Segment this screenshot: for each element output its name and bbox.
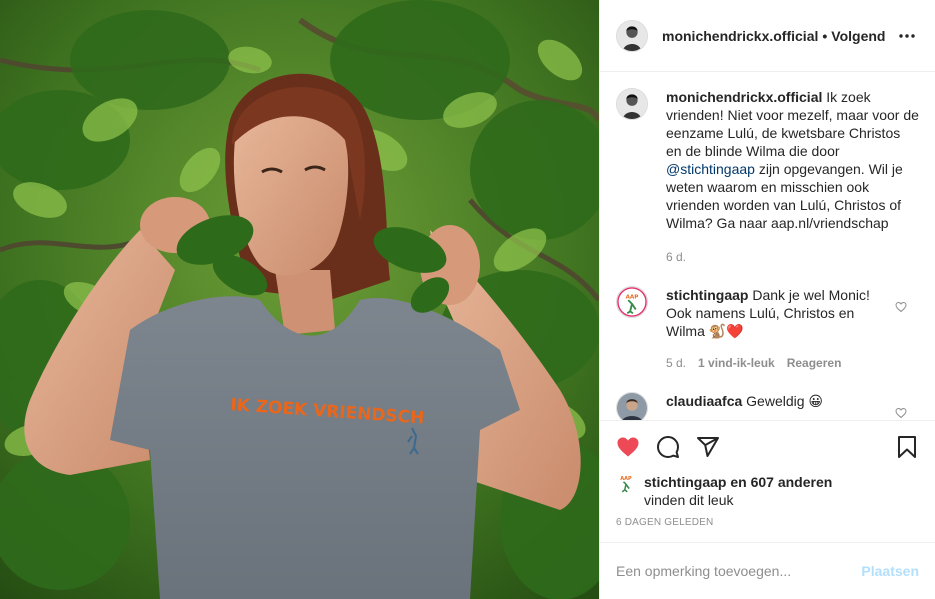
instagram-post: IK ZOEK VRIENDSCH monichendrickx.officia… [0, 0, 935, 599]
share-send-icon[interactable] [688, 427, 728, 467]
comment-timestamp[interactable]: 5 d. [666, 354, 686, 372]
likes-suffix: vinden dit leuk [644, 492, 734, 508]
comment-bubble-icon[interactable] [648, 427, 688, 467]
comment-input[interactable] [616, 563, 862, 579]
liker-avatar[interactable]: AAP [616, 473, 636, 493]
following-button[interactable]: Volgend [831, 28, 885, 44]
comment-username[interactable]: stichtingaap [666, 287, 748, 303]
reply-button[interactable]: Reageren [787, 354, 842, 372]
add-comment-bar: Plaatsen [600, 543, 935, 599]
author-avatar[interactable] [616, 19, 648, 52]
comment-username[interactable]: claudiaafca [666, 393, 742, 409]
post-sidebar: monichendrickx.official • Volgend monich… [599, 0, 935, 599]
comment-text: stichtingaap Dank je wel Monic! Ook name… [666, 286, 882, 340]
liker-username[interactable]: stichtingaap [644, 474, 726, 490]
svg-text:AAP: AAP [620, 476, 632, 482]
likes-others-link[interactable]: en 607 anderen [730, 474, 832, 490]
caption-username[interactable]: monichendrickx.official [666, 89, 822, 105]
caption-text: monichendrickx.official Ik zoek vrienden… [666, 88, 919, 232]
comment-meta: 5 d. 1 vind-ik-leuk Reageren [666, 354, 882, 372]
comments-list[interactable]: monichendrickx.official Ik zoek vrienden… [600, 72, 935, 421]
comment-item: AAP stichtingaap Dank je wel Monic! Ook … [616, 286, 919, 372]
photo-illustration: IK ZOEK VRIENDSCH [0, 0, 599, 599]
author-username[interactable]: monichendrickx.official [662, 28, 818, 44]
more-horizontal-icon[interactable] [895, 24, 919, 48]
comment-like-heart-icon[interactable] [895, 406, 907, 419]
svg-text:AAP: AAP [626, 294, 639, 300]
post-photo[interactable]: IK ZOEK VRIENDSCH [0, 0, 599, 599]
caption-avatar[interactable] [616, 88, 648, 120]
commenter-avatar[interactable]: AAP [616, 286, 648, 318]
post-comment-button[interactable]: Plaatsen [861, 563, 919, 579]
post-actions-bar [600, 421, 935, 473]
post-header: monichendrickx.official • Volgend [600, 0, 935, 72]
caption-timestamp[interactable]: 6 d. [666, 248, 919, 266]
comment-body: Geweldig 😀 [746, 393, 824, 409]
comment-item: claudiaafca Geweldig 😀 [616, 392, 919, 420]
comment-likes-count[interactable]: 1 vind-ik-leuk [698, 354, 775, 372]
like-heart-icon[interactable] [608, 427, 648, 467]
header-separator: • [822, 27, 828, 44]
likes-summary: AAP stichtingaap en 607 anderen vinden d… [600, 473, 935, 509]
post-caption: monichendrickx.official Ik zoek vrienden… [616, 88, 919, 266]
comment-text: claudiaafca Geweldig 😀 [666, 392, 882, 410]
caption-mention-link[interactable]: @stichtingaap [666, 161, 755, 177]
bookmark-save-icon[interactable] [887, 427, 927, 467]
commenter-avatar[interactable] [616, 392, 648, 420]
post-date[interactable]: 6 DAGEN GELEDEN [600, 509, 935, 543]
comment-like-heart-icon[interactable] [895, 300, 907, 313]
